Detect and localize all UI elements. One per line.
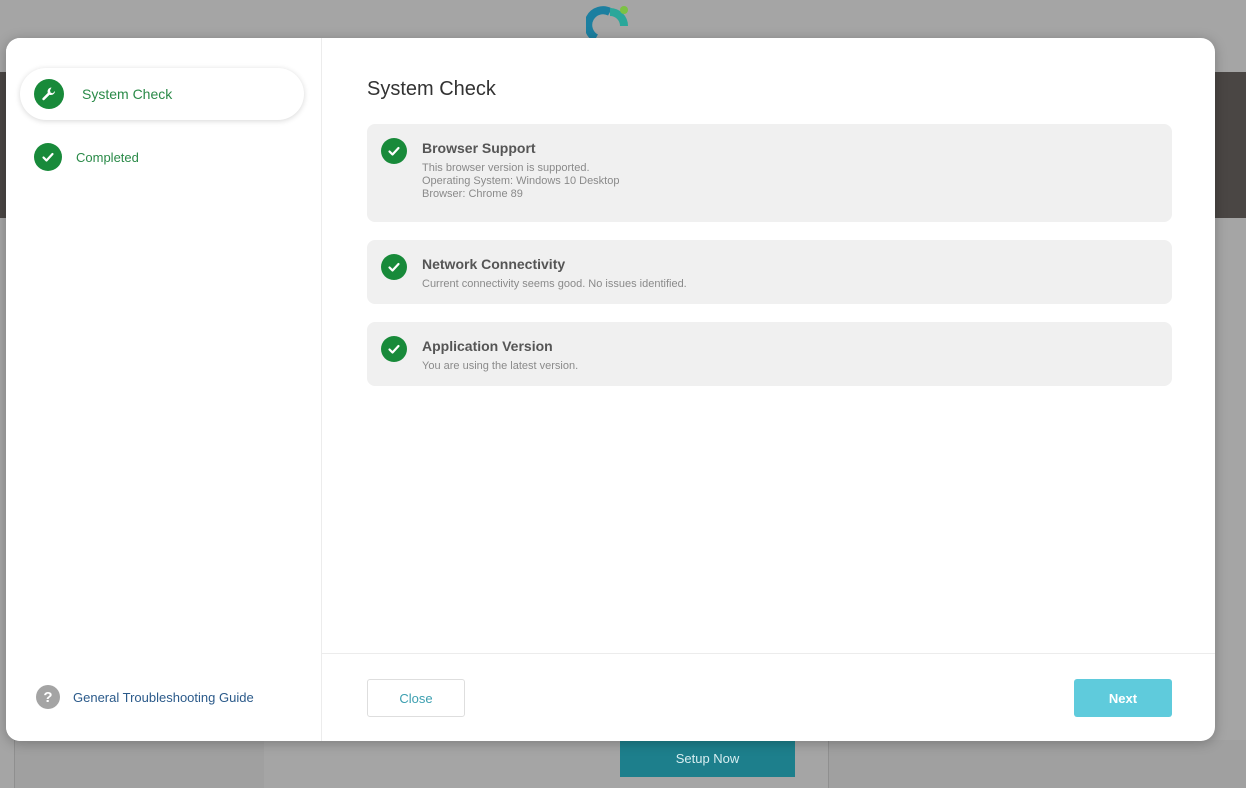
check-detail-line: Operating System: Windows 10 Desktop <box>422 175 620 187</box>
check-network-connectivity: Network Connectivity Current connectivit… <box>367 240 1172 304</box>
check-details: You are using the latest version. <box>422 360 578 373</box>
next-button[interactable]: Next <box>1074 679 1172 717</box>
step-label: Completed <box>76 149 139 165</box>
step-label: System Check <box>82 86 173 102</box>
system-check-modal: System Check Completed ? General Trouble… <box>6 38 1215 741</box>
check-browser-support: Browser Support This browser version is … <box>367 124 1172 222</box>
check-icon <box>34 143 62 171</box>
check-application-version: Application Version You are using the la… <box>367 322 1172 386</box>
check-details: Current connectivity seems good. No issu… <box>422 278 687 291</box>
check-icon <box>381 138 407 164</box>
step-system-check[interactable]: System Check <box>20 68 304 120</box>
check-detail-line: This browser version is supported. <box>422 162 590 174</box>
check-detail-line: Browser: Chrome 89 <box>422 188 523 200</box>
step-completed[interactable]: Completed <box>34 143 139 171</box>
check-details: This browser version is supported. Opera… <box>422 162 619 201</box>
guide-label: General Troubleshooting Guide <box>73 689 254 705</box>
steps-sidebar: System Check Completed ? General Trouble… <box>6 38 322 741</box>
check-detail-line: Current connectivity seems good. No issu… <box>422 278 687 290</box>
check-icon <box>381 254 407 280</box>
troubleshooting-guide-link[interactable]: ? General Troubleshooting Guide <box>36 685 254 709</box>
modal-footer: Close Next <box>322 653 1215 741</box>
question-icon: ? <box>36 685 60 709</box>
main-panel: System Check Browser Support This browse… <box>322 38 1215 741</box>
check-title: Browser Support <box>422 140 536 156</box>
check-detail-line: You are using the latest version. <box>422 360 579 372</box>
check-icon <box>381 336 407 362</box>
check-title: Network Connectivity <box>422 256 566 272</box>
background-panel-right <box>828 740 1246 788</box>
close-button[interactable]: Close <box>367 679 465 717</box>
app-logo-icon <box>586 6 628 40</box>
setup-now-button[interactable]: Setup Now <box>620 740 795 777</box>
wrench-icon <box>34 79 64 109</box>
check-title: Application Version <box>422 338 553 354</box>
background-banner <box>1215 72 1246 218</box>
page-title: System Check <box>367 78 496 100</box>
background-panel-left <box>14 740 264 788</box>
